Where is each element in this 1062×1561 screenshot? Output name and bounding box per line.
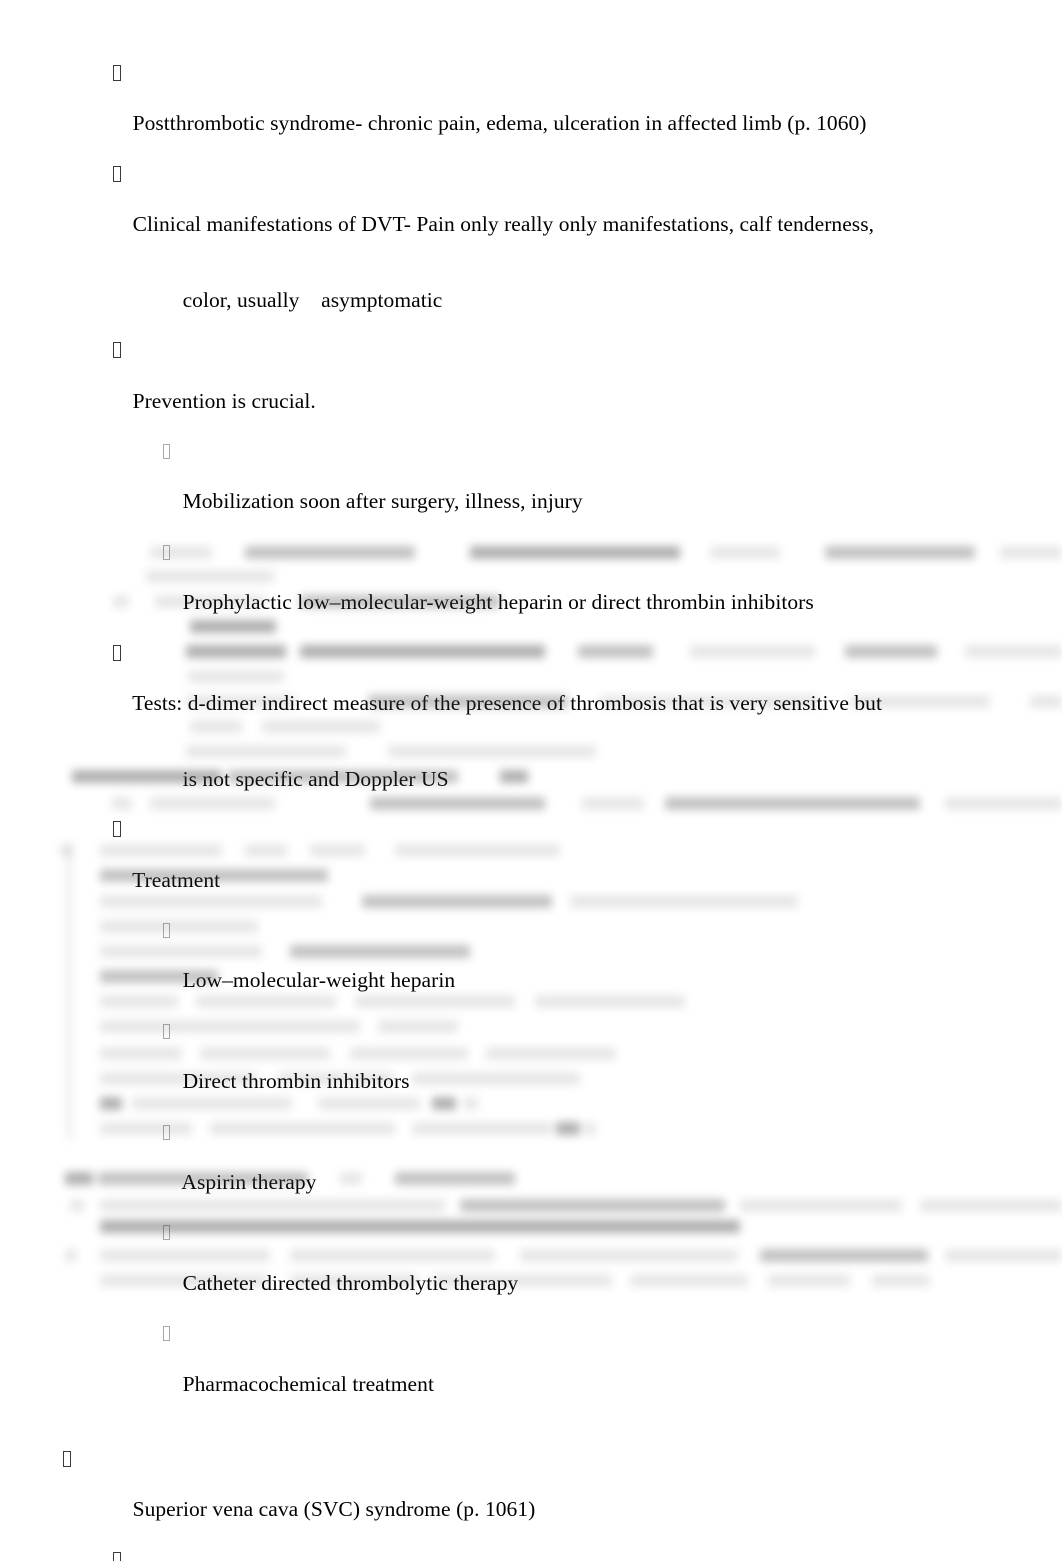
list-item-text: color, usually asymptomatic: [182, 287, 443, 312]
bullet-tofu-icon: [113, 165, 121, 182]
list-item-text: Catheter directed thrombolytic therapy: [182, 1270, 519, 1295]
list-item: Pharmacochemical treatment: [0, 1321, 1062, 1422]
list-item-text: Aspirin therapy: [181, 1169, 317, 1194]
list-item: Low–molecular-weight heparin: [0, 918, 1062, 1019]
bullet-tofu-icon: [63, 1450, 71, 1467]
list-item: Prevention is crucial.: [0, 338, 1062, 439]
list-item: Clinical manifestations of DVT- Pain onl…: [0, 162, 1062, 263]
list-item: Catheter directed thrombolytic therapy: [0, 1220, 1062, 1321]
list-item-text: is not specific and Doppler US: [182, 766, 449, 791]
bullet-tofu-icon: [113, 821, 121, 838]
list-item-text: Tests: d-dimer indirect measure of the p…: [132, 691, 882, 716]
document-page: Postthrombotic syndrome- chronic pain, e…: [0, 0, 1062, 1561]
list-item-text: Direct thrombin inhibitors: [182, 1069, 410, 1094]
document-body: Postthrombotic syndrome- chronic pain, e…: [0, 61, 1062, 1561]
list-item-text: Pharmacochemical treatment: [182, 1371, 434, 1396]
list-item: Progressive occlusion of the SVC that le…: [0, 1548, 1062, 1561]
bullet-tofu-icon: [113, 1551, 121, 1561]
bullet-tofu-icon: [113, 65, 121, 81]
bullet-tofu-icon: [113, 644, 121, 661]
list-item-text: Postthrombotic syndrome- chronic pain, e…: [132, 111, 867, 136]
list-item-text: Superior vena cava (SVC) syndrome (p. 10…: [132, 1497, 536, 1522]
list-item: Tests: d-dimer indirect measure of the p…: [0, 641, 1062, 742]
list-item-text: Prophylactic low–molecular-weight hepari…: [182, 590, 814, 615]
bullet-tofu-icon: [163, 922, 170, 938]
list-item: Postthrombotic syndrome- chronic pain, e…: [0, 61, 1062, 162]
list-item: Direct thrombin inhibitors: [0, 1019, 1062, 1120]
list-item-continuation: color, usually asymptomatic: [0, 263, 1062, 339]
bullet-tofu-icon: [163, 1023, 170, 1039]
list-item-text: Clinical manifestations of DVT- Pain onl…: [132, 212, 875, 237]
list-item: Mobilization soon after surgery, illness…: [0, 439, 1062, 540]
list-item-text: Treatment: [132, 867, 221, 892]
list-item-text: Low–molecular-weight heparin: [182, 968, 456, 993]
list-item-section-heading: Superior vena cava (SVC) syndrome (p. 10…: [0, 1447, 1062, 1548]
bullet-tofu-icon: [163, 1124, 170, 1140]
list-item-continuation: is not specific and Doppler US: [0, 741, 1062, 817]
list-item: Treatment: [0, 817, 1062, 918]
bullet-tofu-icon: [163, 444, 170, 460]
list-item: Prophylactic low–molecular-weight hepari…: [0, 540, 1062, 641]
bullet-tofu-icon: [163, 1225, 170, 1241]
list-item-text: Prevention is crucial.: [132, 388, 316, 413]
list-item: Aspirin therapy: [0, 1120, 1062, 1221]
bullet-tofu-icon: [163, 544, 170, 560]
list-item-text: Mobilization soon after surgery, illness…: [182, 489, 583, 514]
bullet-tofu-icon: [163, 1326, 170, 1342]
bullet-tofu-icon: [113, 342, 121, 359]
